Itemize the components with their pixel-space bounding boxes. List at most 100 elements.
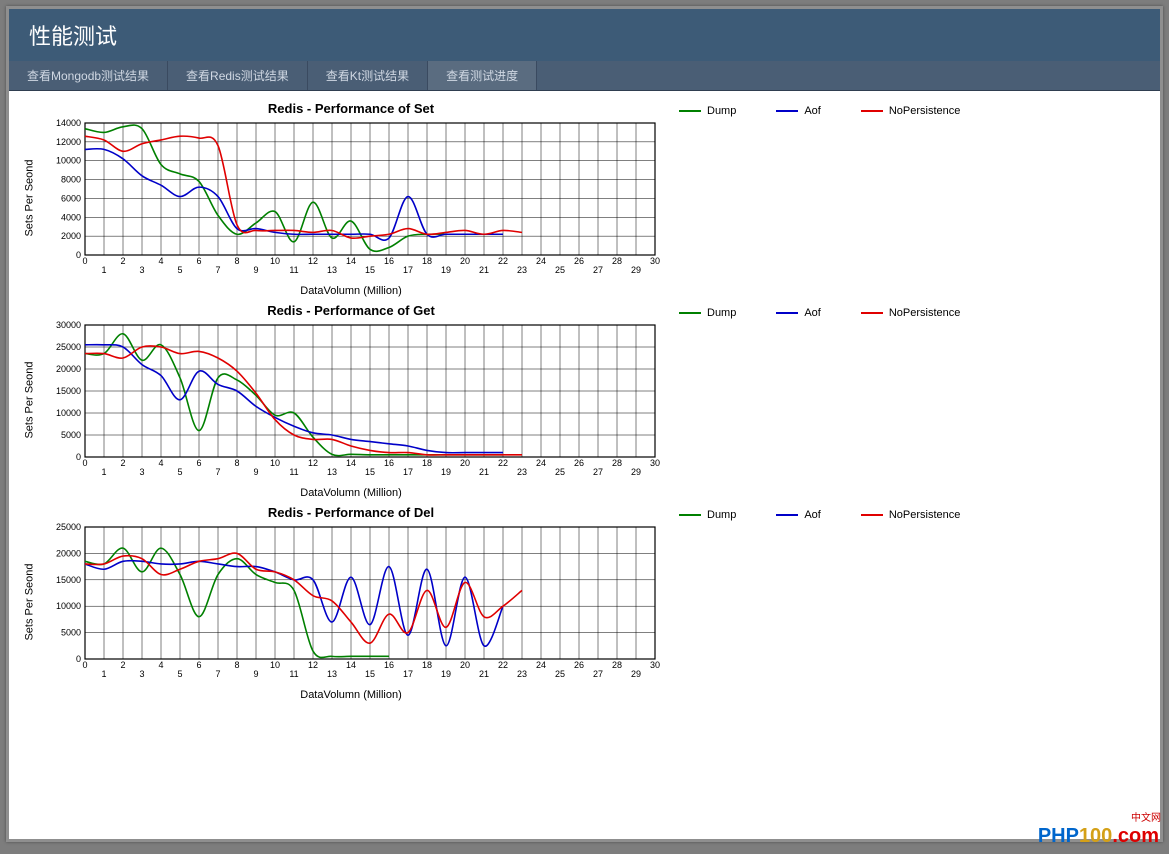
svg-text:4: 4: [158, 256, 163, 266]
svg-text:1: 1: [101, 467, 106, 477]
svg-text:21: 21: [479, 265, 489, 275]
svg-text:1: 1: [101, 669, 106, 679]
svg-text:5: 5: [177, 669, 182, 679]
svg-text:8: 8: [234, 458, 239, 468]
svg-text:13: 13: [327, 467, 337, 477]
svg-text:9: 9: [253, 669, 258, 679]
svg-text:29: 29: [631, 669, 641, 679]
svg-text:27: 27: [593, 467, 603, 477]
svg-text:16: 16: [384, 458, 394, 468]
svg-text:5000: 5000: [61, 628, 81, 638]
svg-text:7: 7: [215, 467, 220, 477]
svg-text:17: 17: [403, 467, 413, 477]
tab-2[interactable]: 查看Kt测试结果: [308, 61, 428, 90]
y-axis-label: Sets Per Seond: [24, 159, 36, 236]
svg-text:25: 25: [555, 265, 565, 275]
svg-text:9: 9: [253, 265, 258, 275]
chart-0: 0123456789101112131415161718192021222324…: [41, 119, 661, 279]
legend-item-dump: Dump: [679, 509, 736, 521]
svg-text:21: 21: [479, 669, 489, 679]
svg-text:26: 26: [574, 256, 584, 266]
svg-text:15: 15: [365, 467, 375, 477]
svg-text:4: 4: [158, 458, 163, 468]
x-axis-label: DataVolumn (Million): [41, 487, 661, 499]
svg-text:1: 1: [101, 265, 106, 275]
svg-text:2: 2: [120, 256, 125, 266]
svg-text:6: 6: [196, 660, 201, 670]
svg-text:24: 24: [536, 256, 546, 266]
legend-item-nopersistence: NoPersistence: [861, 105, 961, 117]
series-nopersistence: [85, 553, 522, 643]
svg-text:29: 29: [631, 467, 641, 477]
series-nopersistence: [85, 346, 522, 455]
y-axis-label: Sets Per Seond: [24, 361, 36, 438]
svg-text:20000: 20000: [56, 364, 81, 374]
chart-2: 0123456789101112131415161718192021222324…: [41, 523, 661, 683]
svg-text:5: 5: [177, 265, 182, 275]
svg-text:15000: 15000: [56, 575, 81, 585]
tab-1[interactable]: 查看Redis测试结果: [168, 61, 308, 90]
svg-text:7: 7: [215, 669, 220, 679]
svg-text:17: 17: [403, 669, 413, 679]
svg-text:13: 13: [327, 265, 337, 275]
svg-text:15: 15: [365, 265, 375, 275]
svg-text:20: 20: [460, 458, 470, 468]
chart-title-2: Redis - Performance of Del: [41, 505, 661, 520]
svg-text:11: 11: [289, 265, 298, 275]
svg-text:3: 3: [139, 265, 144, 275]
tab-0[interactable]: 查看Mongodb测试结果: [9, 61, 168, 90]
svg-text:9: 9: [253, 467, 258, 477]
svg-text:15000: 15000: [56, 386, 81, 396]
svg-text:16: 16: [384, 256, 394, 266]
svg-text:26: 26: [574, 660, 584, 670]
legend-item-nopersistence: NoPersistence: [861, 509, 961, 521]
chart-title-1: Redis - Performance of Get: [41, 303, 661, 318]
nav-tabs: 查看Mongodb测试结果查看Redis测试结果查看Kt测试结果查看测试进度: [9, 61, 1160, 91]
svg-text:14: 14: [346, 256, 356, 266]
tab-3[interactable]: 查看测试进度: [428, 61, 537, 90]
legend-2: Dump Aof NoPersistence: [661, 503, 1150, 701]
svg-text:12000: 12000: [56, 137, 81, 147]
svg-text:30: 30: [650, 256, 660, 266]
legend-item-nopersistence: NoPersistence: [861, 307, 961, 319]
svg-text:2000: 2000: [61, 231, 81, 241]
svg-text:22: 22: [498, 660, 508, 670]
svg-text:5000: 5000: [61, 430, 81, 440]
svg-text:24: 24: [536, 458, 546, 468]
watermark-cn: 中文网: [1131, 809, 1161, 824]
legend-1: Dump Aof NoPersistence: [661, 301, 1150, 499]
svg-text:8: 8: [234, 256, 239, 266]
svg-text:16: 16: [384, 660, 394, 670]
svg-text:18: 18: [422, 256, 432, 266]
svg-text:8: 8: [234, 660, 239, 670]
svg-text:28: 28: [612, 660, 622, 670]
svg-text:6000: 6000: [61, 193, 81, 203]
svg-text:25: 25: [555, 467, 565, 477]
svg-text:29: 29: [631, 265, 641, 275]
svg-text:3: 3: [139, 669, 144, 679]
svg-text:19: 19: [441, 265, 451, 275]
svg-text:30000: 30000: [56, 321, 81, 330]
svg-text:3: 3: [139, 467, 144, 477]
svg-text:10000: 10000: [56, 156, 81, 166]
svg-text:19: 19: [441, 669, 451, 679]
svg-text:7: 7: [215, 265, 220, 275]
page-title: 性能测试: [9, 9, 1160, 61]
svg-text:0: 0: [82, 660, 87, 670]
x-axis-label: DataVolumn (Million): [41, 285, 661, 297]
svg-text:26: 26: [574, 458, 584, 468]
legend-item-dump: Dump: [679, 307, 736, 319]
svg-text:25000: 25000: [56, 523, 81, 532]
legend-item-aof: Aof: [776, 307, 821, 319]
svg-text:15: 15: [365, 669, 375, 679]
x-axis-label: DataVolumn (Million): [41, 689, 661, 701]
svg-text:12: 12: [308, 458, 318, 468]
svg-text:5: 5: [177, 467, 182, 477]
svg-text:27: 27: [593, 265, 603, 275]
legend-item-aof: Aof: [776, 509, 821, 521]
svg-text:10000: 10000: [56, 408, 81, 418]
svg-text:0: 0: [82, 458, 87, 468]
svg-text:17: 17: [403, 265, 413, 275]
svg-text:14: 14: [346, 458, 356, 468]
svg-text:0: 0: [76, 654, 81, 664]
